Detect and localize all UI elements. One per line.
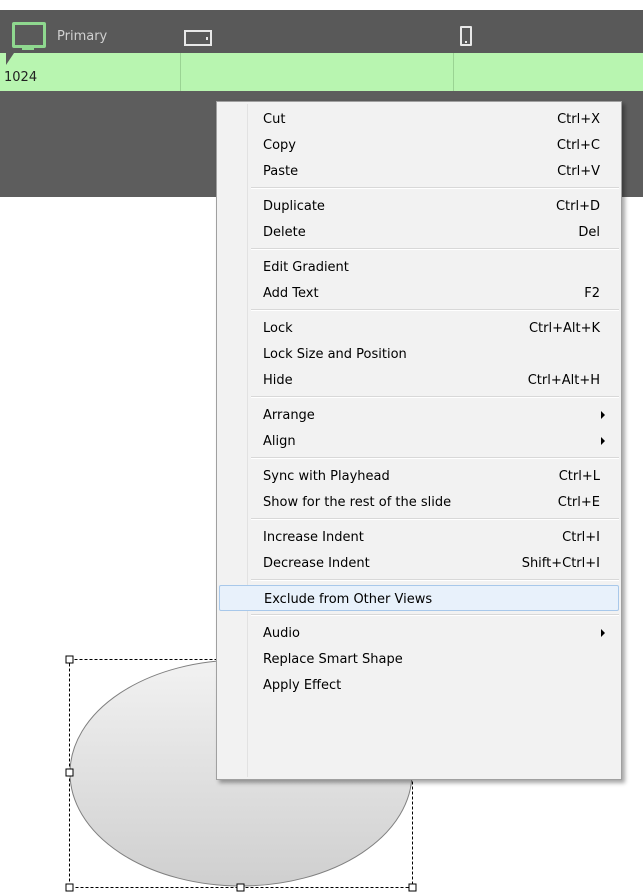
menu-separator xyxy=(251,518,619,520)
menu-item-decrease-indent[interactable]: Decrease Indent Shift+Ctrl+I xyxy=(219,550,619,576)
menu-item-arrange[interactable]: Arrange xyxy=(219,402,619,428)
menu-item-shortcut: Ctrl+I xyxy=(562,530,600,545)
menu-item-shortcut: Ctrl+V xyxy=(557,164,600,179)
menu-item-shortcut: Shift+Ctrl+I xyxy=(521,556,600,571)
menu-item-delete[interactable]: Delete Del xyxy=(219,219,619,245)
menu-item-hide[interactable]: Hide Ctrl+Alt+H xyxy=(219,367,619,393)
menu-item-label: Lock Size and Position xyxy=(263,347,407,362)
resize-handle-middle-left[interactable] xyxy=(65,768,74,777)
resize-handle-bottom-left[interactable] xyxy=(65,883,74,892)
menu-item-shortcut: Ctrl+L xyxy=(558,469,600,484)
menu-item-label: Paste xyxy=(263,164,299,179)
menu-item-label: Audio xyxy=(263,626,300,641)
context-menu: Cut Ctrl+X Copy Ctrl+C Paste Ctrl+V Duplicate C… xyxy=(216,101,622,780)
menu-item-label: Show for the rest of the slide xyxy=(263,495,452,510)
resize-handle-bottom-middle[interactable] xyxy=(236,883,245,892)
menu-item-paste[interactable]: Paste Ctrl+V xyxy=(219,158,619,184)
menu-separator xyxy=(251,457,619,459)
menu-separator xyxy=(251,187,619,189)
menu-item-duplicate[interactable]: Duplicate Ctrl+D xyxy=(219,193,619,219)
menu-item-label: Edit Gradient xyxy=(263,260,349,275)
menu-item-align[interactable]: Align xyxy=(219,428,619,454)
menu-item-label: Delete xyxy=(263,225,306,240)
menu-item-label: Copy xyxy=(263,138,296,153)
resize-handle-bottom-right[interactable] xyxy=(408,883,417,892)
menu-separator xyxy=(251,248,619,250)
menu-item-sync-with-playhead[interactable]: Sync with Playhead Ctrl+L xyxy=(219,463,619,489)
resize-handle-top-left[interactable] xyxy=(65,655,74,664)
menu-item-label: Exclude from Other Views xyxy=(264,592,433,607)
menu-item-shortcut: Del xyxy=(578,225,600,240)
menu-item-increase-indent[interactable]: Increase Indent Ctrl+I xyxy=(219,524,619,550)
menu-item-audio[interactable]: Audio xyxy=(219,620,619,646)
menu-item-show-for-the-rest-of-the-slide[interactable]: Show for the rest of the slide Ctrl+E xyxy=(219,489,619,515)
menu-item-replace-smart-shape[interactable]: Replace Smart Shape xyxy=(219,646,619,672)
menu-item-shortcut: Ctrl+D xyxy=(555,199,600,214)
menu-item-apply-effect[interactable]: Apply Effect xyxy=(219,672,619,698)
submenu-arrow-icon xyxy=(601,629,605,637)
menu-item-label: Apply Effect xyxy=(263,678,342,693)
menu-item-label: Replace Smart Shape xyxy=(263,652,403,667)
menu-separator xyxy=(251,579,619,581)
menu-separator xyxy=(251,396,619,398)
submenu-arrow-icon xyxy=(601,437,605,445)
menu-item-lock-size-and-position[interactable]: Lock Size and Position xyxy=(219,341,619,367)
menu-item-shortcut: F2 xyxy=(584,286,600,301)
menu-item-shortcut: Ctrl+C xyxy=(556,138,600,153)
menu-item-label: Align xyxy=(263,434,296,449)
menu-item-label: Lock xyxy=(263,321,293,336)
menu-item-label: Decrease Indent xyxy=(263,556,370,571)
menu-item-shortcut: Ctrl+E xyxy=(557,495,600,510)
menu-item-add-text[interactable]: Add Text F2 xyxy=(219,280,619,306)
menu-item-shortcut: Ctrl+Alt+H xyxy=(527,373,600,388)
menu-item-exclude-from-other-views[interactable]: Exclude from Other Views xyxy=(219,585,619,611)
menu-item-copy[interactable]: Copy Ctrl+C xyxy=(219,132,619,158)
menu-item-shortcut: Ctrl+X xyxy=(557,112,600,127)
menu-item-lock[interactable]: Lock Ctrl+Alt+K xyxy=(219,315,619,341)
menu-item-label: Add Text xyxy=(263,286,319,301)
menu-item-label: Hide xyxy=(263,373,293,388)
menu-separator xyxy=(251,614,619,616)
menu-item-edit-gradient[interactable]: Edit Gradient xyxy=(219,254,619,280)
submenu-arrow-icon xyxy=(601,411,605,419)
menu-item-label: Duplicate xyxy=(263,199,325,214)
menu-item-label: Increase Indent xyxy=(263,530,364,545)
menu-item-cut[interactable]: Cut Ctrl+X xyxy=(219,106,619,132)
menu-item-label: Sync with Playhead xyxy=(263,469,390,484)
menu-item-label: Cut xyxy=(263,112,286,127)
menu-separator xyxy=(251,309,619,311)
menu-item-shortcut: Ctrl+Alt+K xyxy=(528,321,600,336)
menu-item-label: Arrange xyxy=(263,408,315,423)
